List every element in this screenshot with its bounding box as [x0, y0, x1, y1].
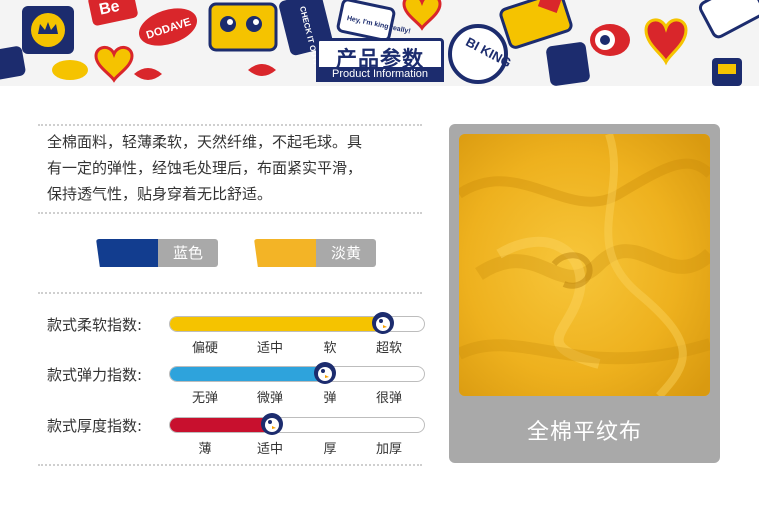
description-line: 全棉面料，轻薄柔软，天然纤维，不起毛球。具 — [47, 133, 363, 151]
tick-label: 适中 — [256, 442, 284, 457]
description-line: 保持透气性，贴身穿着无比舒适。 — [47, 185, 273, 203]
swatch-name: 淡黄 — [316, 239, 376, 267]
thickness-label: 款式厚度指数: — [47, 417, 143, 435]
outdoor-sticker-icon — [0, 46, 26, 80]
be-sticker-icon: Be — [88, 0, 138, 26]
elasticity-meter — [169, 362, 425, 384]
boot-sticker-icon — [499, 0, 573, 49]
fabric-caption: 全棉平纹布 — [526, 420, 642, 445]
dodave-sticker-icon: DODAVE — [138, 8, 198, 46]
bi-king-sticker-icon: BI KING — [448, 24, 514, 84]
fabric-photo — [459, 134, 710, 396]
king-sticker-icon: Hey, I'm king really! — [336, 0, 411, 42]
tick-label: 超软 — [375, 341, 403, 356]
tick-label: 厚 — [323, 442, 337, 457]
tick-label: 很弹 — [375, 391, 403, 406]
penguin-knob-icon — [372, 312, 395, 334]
section-subtitle: Product Information — [316, 67, 444, 82]
tick-label: 无弹 — [191, 391, 219, 406]
penguin-knob-icon — [313, 362, 336, 384]
swatch-name: 蓝色 — [158, 239, 218, 267]
softness-label: 款式柔软指数: — [47, 316, 143, 334]
thickness-meter — [169, 413, 425, 435]
softness-meter — [169, 312, 425, 334]
fabric-description: 全棉面料，轻薄柔软，天然纤维，不起毛球。具 有一定的弹性，经蚀毛处理后，布面紧实… — [47, 129, 427, 207]
meter-fill — [170, 418, 272, 432]
red-heart-sticker-icon — [644, 18, 688, 66]
robot-sticker-icon — [712, 58, 742, 86]
penguin-knob-icon — [260, 413, 283, 435]
lips-sticker-icon — [134, 68, 162, 80]
tick-label: 弹 — [323, 391, 337, 406]
swatch-color-block — [96, 239, 160, 267]
eyeball-sticker-icon — [590, 24, 630, 56]
tick-label: 加厚 — [375, 442, 403, 457]
smiley-sticker-icon — [208, 2, 278, 52]
fabric-card: 全棉平纹布 — [449, 124, 720, 463]
tick-label: 软 — [323, 341, 337, 356]
swatch-color-block — [254, 239, 318, 267]
tick-label: 适中 — [256, 341, 284, 356]
section-title-box: 产品参数 Product Information — [316, 38, 444, 82]
divider-mid-1 — [38, 212, 422, 214]
heart-sticker-icon — [94, 46, 134, 83]
meter-fill — [170, 367, 325, 381]
crown-sticker-icon — [22, 6, 74, 54]
tick-label: 微弹 — [256, 391, 284, 406]
divider-top — [38, 124, 422, 126]
yellow-heart-sticker-icon — [402, 0, 442, 31]
tick-label: 偏硬 — [191, 341, 219, 356]
tick-label: 薄 — [198, 442, 212, 457]
divider-bottom — [38, 464, 422, 466]
elasticity-label: 款式弹力指数: — [47, 366, 143, 384]
yellow-bean-sticker-icon — [52, 60, 88, 80]
shield-sticker-icon — [546, 42, 590, 86]
fabric-texture-icon — [459, 134, 710, 396]
header-banner: Be DODAVE CHECK IT OUT! Hey, I'm king re… — [0, 0, 759, 86]
lips-sticker-2-icon — [248, 64, 276, 76]
check-card-sticker-icon — [698, 0, 759, 39]
description-line: 有一定的弹性，经蚀毛处理后，布面紧实平滑， — [47, 159, 363, 177]
divider-mid-2 — [38, 292, 422, 294]
meter-fill — [170, 317, 384, 331]
